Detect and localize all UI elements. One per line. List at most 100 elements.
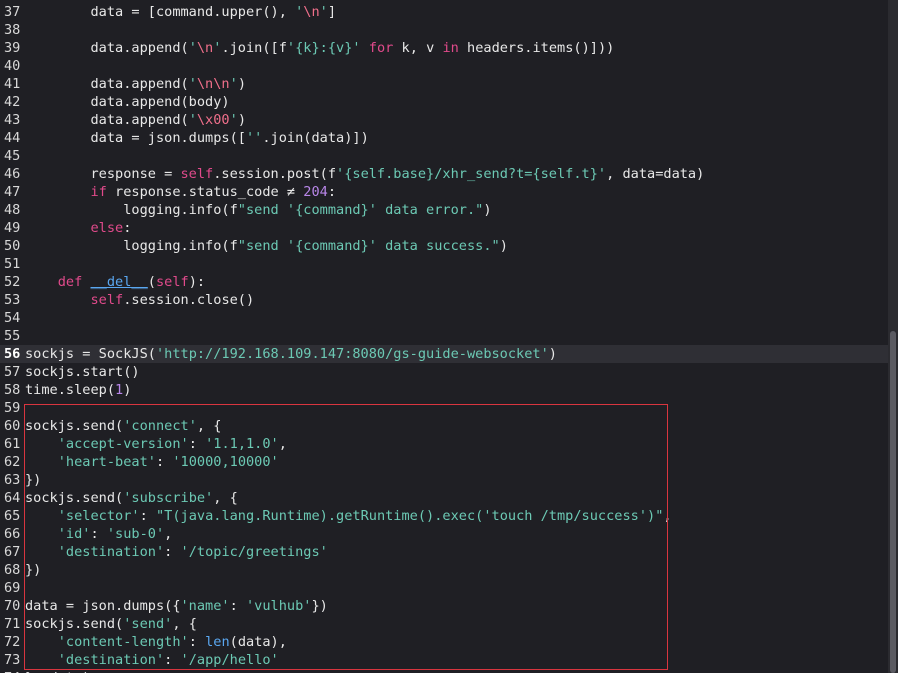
line-number: 46 <box>4 166 21 182</box>
code-line[interactable]: 37 data = [command.upper(), '\n'] <box>0 3 888 21</box>
code-token: '{self.base}/xhr_send?t={self.t}' <box>336 166 607 182</box>
code-line[interactable]: 58 time.sleep(1) <box>0 381 888 399</box>
code-line[interactable]: 51 <box>0 255 888 273</box>
line-number: 73 <box>4 652 21 668</box>
code-token: ) <box>499 238 508 254</box>
line-number: 50 <box>4 238 21 254</box>
code-token: else <box>90 220 124 236</box>
code-line[interactable]: 46 response = self.session.post(f'{self.… <box>0 165 888 183</box>
code-token: data.append( <box>25 112 189 128</box>
code-text: sockjs.start() <box>25 363 140 381</box>
code-line[interactable]: 54 <box>0 309 888 327</box>
line-number: 60 <box>4 418 21 434</box>
line-number: 39 <box>4 40 21 56</box>
code-line[interactable]: 39 data.append('\n'.join([f'{k}:{v}' for… <box>0 39 888 57</box>
line-number: 70 <box>4 598 21 614</box>
code-token: self <box>155 274 189 290</box>
line-number: 67 <box>4 544 21 560</box>
line-number: 62 <box>4 454 21 470</box>
code-token: ): <box>188 274 206 290</box>
code-token: for <box>368 40 394 56</box>
code-line[interactable]: 45 <box>0 147 888 165</box>
code-token: data = [command.upper(), <box>25 4 296 20</box>
code-token: .join(data)]) <box>262 130 369 146</box>
code-token: sockjs.start() <box>25 364 140 380</box>
line-number: 54 <box>4 310 21 326</box>
line-number: 51 <box>4 256 21 272</box>
code-token: 204 <box>303 184 328 200</box>
code-line[interactable]: 40 <box>0 57 888 75</box>
code-token: \x00 <box>196 112 230 128</box>
line-number: 59 <box>4 400 21 416</box>
code-token: ] <box>327 4 337 20</box>
code-line[interactable]: 55 <box>0 327 888 345</box>
code-token: \n <box>196 40 214 56</box>
line-number: 40 <box>4 58 21 74</box>
code-token: , data=data) <box>606 166 705 182</box>
code-token: : <box>123 220 132 236</box>
code-token: ' <box>188 40 197 56</box>
code-token: ) <box>483 202 492 218</box>
code-token: ) <box>123 382 132 398</box>
code-line[interactable]: 42 data.append(body) <box>0 93 888 111</box>
code-line[interactable]: 50 logging.info(f"send '{command}' data … <box>0 237 888 255</box>
code-token: k, v <box>393 40 443 56</box>
line-number: 74 <box>4 669 24 673</box>
line-number: 41 <box>4 76 21 92</box>
line-number: 58 <box>4 382 21 398</box>
code-line[interactable]: 41 data.append('\n\n') <box>0 75 888 93</box>
line-number: 66 <box>4 526 21 542</box>
line-number: 38 <box>4 22 21 38</box>
code-token: ' <box>188 112 197 128</box>
code-text: logging.info(f"send '{command}' data err… <box>25 201 492 219</box>
code-text: data.append(body) <box>25 93 229 111</box>
line-number: 65 <box>4 508 21 524</box>
code-token: .session.close() <box>123 292 255 308</box>
code-line[interactable]: 44 data = json.dumps([''.join(data)]) <box>0 129 888 147</box>
code-token: ) <box>237 76 246 92</box>
code-text: if response.status_code ≠ 204: <box>25 183 336 201</box>
line-number: 64 <box>4 490 21 506</box>
code-line[interactable]: 53 self.session.close() <box>0 291 888 309</box>
code-token: time.sleep( <box>25 382 116 398</box>
line-number: 52 <box>4 274 21 290</box>
vertical-scrollbar[interactable] <box>888 0 898 673</box>
code-token: ) <box>548 346 557 362</box>
code-token: "send '{command}' data error." <box>237 202 484 218</box>
scrollbar-thumb[interactable] <box>890 331 896 673</box>
line-number: 63 <box>4 472 21 488</box>
code-token: ' <box>188 76 197 92</box>
code-line[interactable]: 57 sockjs.start() <box>0 363 888 381</box>
code-token: logging.info(f <box>25 202 238 218</box>
code-text: data = [command.upper(), '\n'] <box>25 3 336 21</box>
line-number: 48 <box>4 202 21 218</box>
code-token: logging.info(f <box>25 238 238 254</box>
line-number: 61 <box>4 436 21 452</box>
code-line[interactable]: 49 else: <box>0 219 888 237</box>
code-token: "send '{command}' data success." <box>237 238 500 254</box>
code-line[interactable]: 38 <box>0 21 888 39</box>
code-token: \n <box>303 4 320 20</box>
code-token: 1 <box>115 382 124 398</box>
code-line[interactable]: 56 sockjs = SockJS('http://192.168.109.14… <box>0 345 888 363</box>
line-number: 57 <box>4 364 21 380</box>
line-number: 55 <box>4 328 21 344</box>
code-text: time.sleep(1) <box>25 381 131 399</box>
code-token: __del__ <box>90 274 148 290</box>
code-token: data.append( <box>25 76 189 92</box>
code-text: response = self.session.post(f'{self.bas… <box>25 165 704 183</box>
code-token: def <box>57 274 83 290</box>
code-line[interactable]: 48 logging.info(f"send '{command}' data … <box>0 201 888 219</box>
code-line[interactable]: 52 def __del__(self): <box>0 273 888 291</box>
code-token: ' <box>229 76 238 92</box>
code-token: data = json.dumps([ <box>25 130 246 146</box>
code-line[interactable]: 47 if response.status_code ≠ 204: <box>0 183 888 201</box>
code-line[interactable]: 43 data.append('\x00') <box>0 111 888 129</box>
line-number: 42 <box>4 94 21 110</box>
code-token: self <box>180 166 214 182</box>
code-token: data.append( <box>25 40 189 56</box>
